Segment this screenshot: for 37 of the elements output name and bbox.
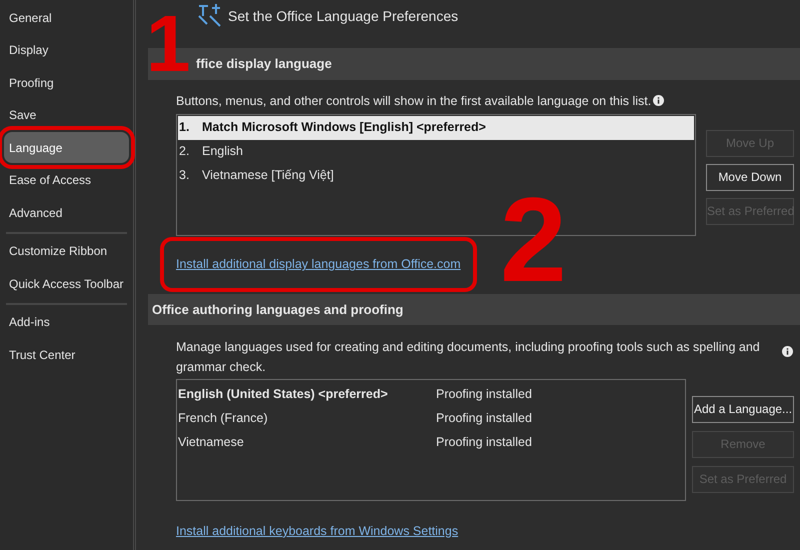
- language-list-item[interactable]: 1. Match Microsoft Windows [English] <preferred>: [178, 116, 694, 140]
- list-number: 2.: [178, 143, 190, 160]
- list-number: 3.: [178, 167, 190, 184]
- language-name: English: [202, 143, 243, 160]
- install-keyboards-link[interactable]: Install additional keyboards from Windows Settings: [176, 524, 458, 538]
- info-icon: [782, 346, 793, 357]
- language-name: Vietnamese: [178, 434, 245, 452]
- sidebar-item[interactable]: General: [4, 2, 129, 33]
- sidebar-item[interactable]: Display: [4, 34, 129, 66]
- dialog-button[interactable]: Add a Language...: [692, 396, 794, 423]
- sidebar-item[interactable]: Proofing: [4, 67, 129, 98]
- sidebar-item[interactable]: Ease of Access: [4, 164, 129, 196]
- sidebar-item[interactable]: Trust Center: [4, 339, 129, 370]
- description-text: Buttons, menus, and other controls will show in the first available language on this list.: [176, 92, 800, 111]
- dialog-button[interactable]: Move Down: [706, 164, 794, 191]
- language-list-item[interactable]: 2. English: [178, 140, 694, 164]
- sidebar-item[interactable]: Advanced: [4, 197, 129, 228]
- language-name: English (United States) <preferred>: [178, 386, 389, 404]
- page-title: Set the Office Language Preferences: [228, 7, 458, 26]
- sidebar-item[interactable]: Quick Access Toolbar: [4, 268, 129, 299]
- language-row[interactable]: French (France) Proofing installed: [178, 406, 684, 431]
- description-text: Manage languages used for creating and editing documents, including proofing tools such as spelling and grammar check.: [176, 338, 761, 376]
- proofing-status: Proofing installed: [436, 386, 532, 404]
- language-row[interactable]: Vietnamese Proofing installed: [178, 430, 684, 455]
- list-number: 1.: [178, 119, 190, 136]
- language-name: French (France): [178, 410, 269, 428]
- sidebar-item[interactable]: Save: [4, 100, 129, 130]
- language-row[interactable]: English (United States) <preferred> Proofing installed: [178, 382, 684, 407]
- sidebar-item[interactable]: Customize Ribbon: [4, 236, 129, 266]
- language-name: Match Microsoft Windows [English] <preferred>: [202, 119, 486, 136]
- section-header: Office authoring languages and proofing: [148, 294, 800, 325]
- sidebar-item[interactable]: Language: [4, 132, 129, 163]
- proofing-status: Proofing installed: [436, 410, 532, 428]
- language-name: Vietnamese [Tiếng Việt]: [202, 167, 334, 184]
- sidebar-item[interactable]: Add-ins: [4, 306, 129, 338]
- info-icon: [653, 95, 664, 106]
- proofing-status: Proofing installed: [436, 434, 532, 452]
